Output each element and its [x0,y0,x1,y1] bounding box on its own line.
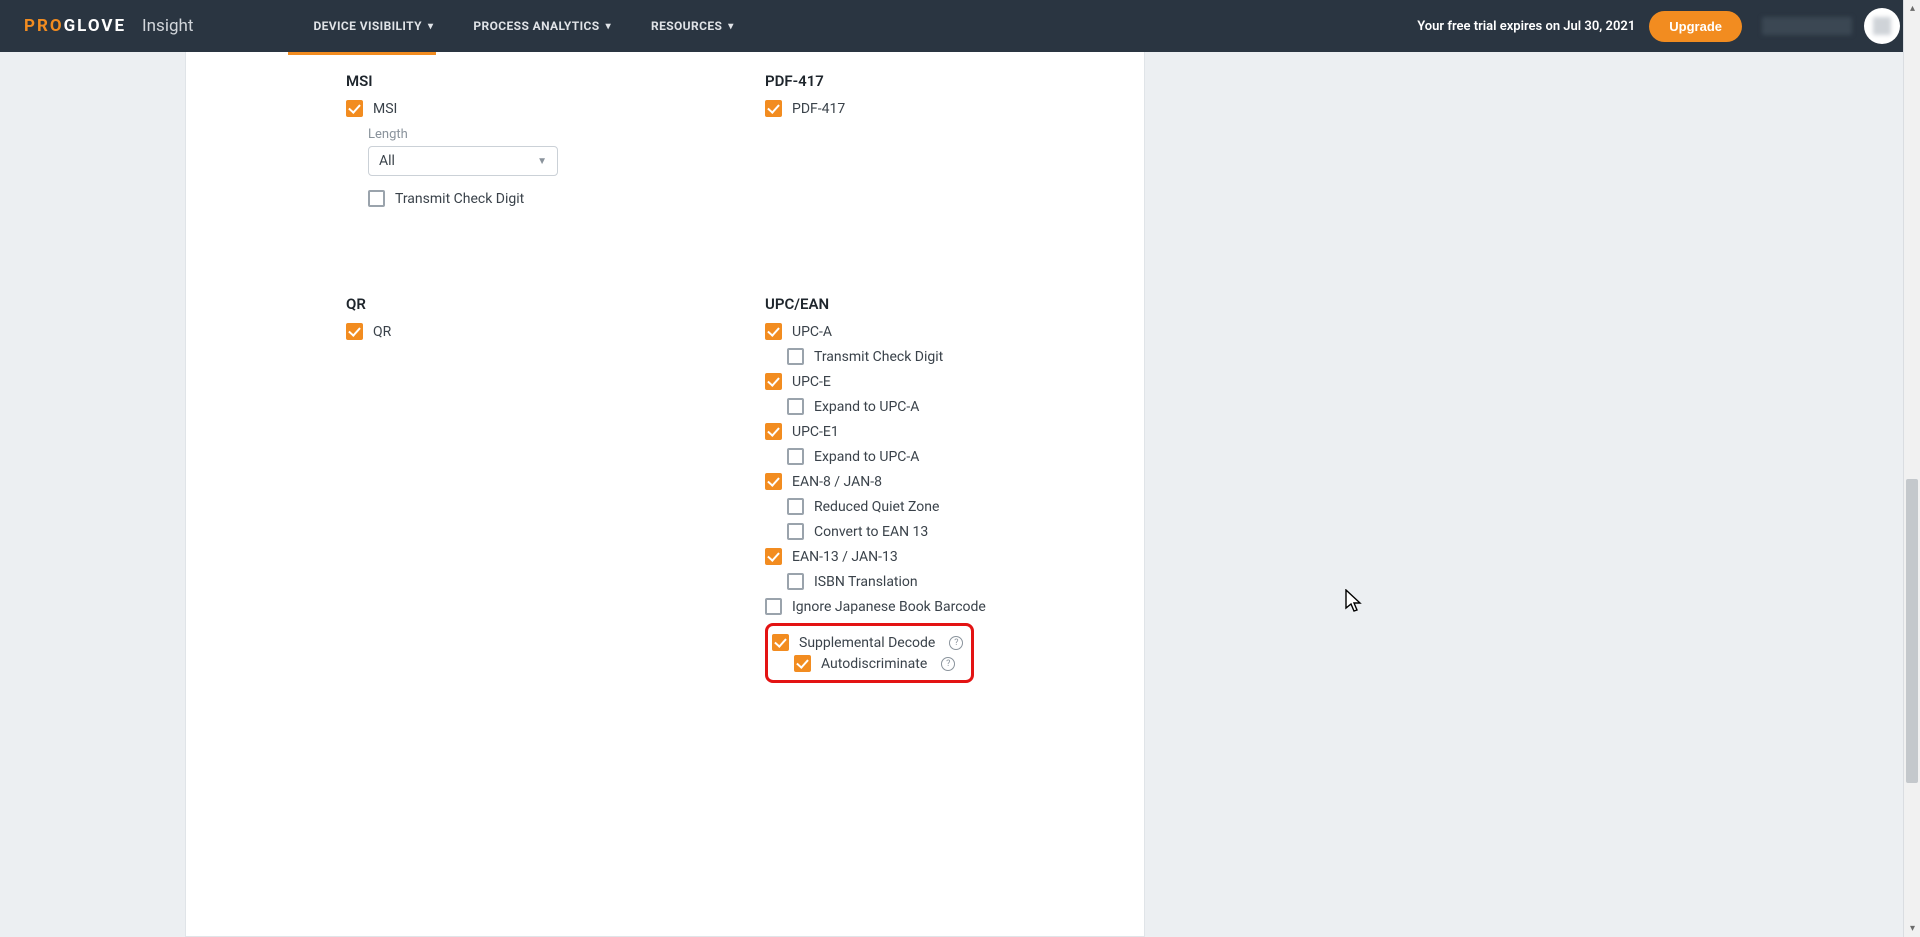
scroll-up-arrow-icon[interactable]: ▴ [1904,0,1920,17]
nav-device-visibility[interactable]: DEVICE VISIBILITY ▾ [313,19,433,33]
pdf417-title: PDF-417 [765,72,1144,90]
checkbox-unchecked-icon [787,523,804,540]
nav-label: RESOURCES [651,19,722,33]
active-tab-indicator [288,52,436,55]
checkbox-checked-icon [794,655,811,672]
checkbox-unchecked-icon [787,573,804,590]
settings-card: MSI MSI Length All ▼ Transmit Check Digi… [185,0,1145,937]
cursor-icon [1345,589,1365,615]
chevron-down-icon: ▼ [537,156,547,167]
qr-checkbox-row[interactable]: QR [346,323,391,340]
scroll-down-arrow-icon[interactable]: ▾ [1904,920,1920,937]
product-name: Insight [142,16,193,36]
msi-transmit-check-row[interactable]: Transmit Check Digit [368,190,524,207]
msi-title: MSI [346,72,725,90]
help-icon[interactable]: ? [941,657,955,671]
checkbox-unchecked-icon [787,348,804,365]
upca-transmit-row[interactable]: Transmit Check Digit [787,348,943,365]
upca-transmit-label: Transmit Check Digit [814,349,943,365]
brand[interactable]: PROGLOVE Insight [24,16,193,36]
pdf417-checkbox-row[interactable]: PDF-417 [765,100,845,117]
chevron-down-icon: ▾ [428,21,433,32]
upce1-label: UPC-E1 [792,424,839,440]
ean13-row[interactable]: EAN-13 / JAN-13 [765,548,898,565]
qr-title: QR [346,295,725,313]
ean13-label: EAN-13 / JAN-13 [792,549,898,565]
upce-label: UPC-E [792,374,831,390]
nav-label: DEVICE VISIBILITY [313,19,422,33]
nav-resources[interactable]: RESOURCES ▾ [651,19,734,33]
upce-expand-row[interactable]: Expand to UPC-A [787,398,919,415]
checkbox-checked-icon [346,100,363,117]
nav-label: PROCESS ANALYTICS [473,19,599,33]
upcean-title: UPC/EAN [765,295,1144,313]
scroll-track[interactable] [1904,17,1920,920]
supp-decode-label: Supplemental Decode [799,635,935,651]
ean8-conv-label: Convert to EAN 13 [814,524,928,540]
checkbox-checked-icon [772,634,789,651]
upce1-expand-label: Expand to UPC-A [814,449,919,465]
help-icon[interactable]: ? [949,636,963,650]
browser-scrollbar[interactable]: ▴ ▾ [1903,0,1920,937]
highlight-annotation: Supplemental Decode ? Autodiscriminate ? [765,623,974,683]
ean8-label: EAN-8 / JAN-8 [792,474,882,490]
upgrade-button[interactable]: Upgrade [1649,11,1742,42]
top-nav: PROGLOVE Insight DEVICE VISIBILITY ▾ PRO… [0,0,1920,52]
qr-checkbox-label: QR [373,324,391,340]
autodisc-row[interactable]: Autodiscriminate ? [794,655,955,672]
msi-checkbox-row[interactable]: MSI [346,100,397,117]
ean13-isbn-label: ISBN Translation [814,574,918,590]
msi-transmit-check-label: Transmit Check Digit [395,191,524,207]
msi-checkbox-label: MSI [373,101,397,117]
upcean-section: UPC/EAN UPC-A Transmit Check Digit UPC-E [765,275,1144,685]
chevron-down-icon: ▾ [606,21,611,32]
chevron-down-icon: ▾ [728,21,733,32]
checkbox-checked-icon [765,423,782,440]
msi-length-label: Length [368,127,725,142]
upce1-row[interactable]: UPC-E1 [765,423,839,440]
scroll-thumb[interactable] [1906,479,1918,783]
upca-label: UPC-A [792,324,832,340]
checkbox-checked-icon [346,323,363,340]
supp-decode-row[interactable]: Supplemental Decode ? [772,634,963,651]
ignore-jp-label: Ignore Japanese Book Barcode [792,599,986,615]
nav-items: DEVICE VISIBILITY ▾ PROCESS ANALYTICS ▾ … [313,19,733,33]
avatar[interactable] [1864,8,1900,44]
ean8-conv-row[interactable]: Convert to EAN 13 [787,523,928,540]
nav-process-analytics[interactable]: PROCESS ANALYTICS ▾ [473,19,611,33]
checkbox-checked-icon [765,323,782,340]
checkbox-checked-icon [765,373,782,390]
autodisc-label: Autodiscriminate [821,656,927,672]
username-redacted [1762,17,1852,35]
checkbox-unchecked-icon [787,448,804,465]
pdf417-checkbox-label: PDF-417 [792,101,845,117]
ean8-row[interactable]: EAN-8 / JAN-8 [765,473,882,490]
upca-row[interactable]: UPC-A [765,323,832,340]
logo-pro: PRO [24,16,64,36]
viewport: MSI MSI Length All ▼ Transmit Check Digi… [0,0,1920,937]
ean8-rqz-row[interactable]: Reduced Quiet Zone [787,498,939,515]
upce-row[interactable]: UPC-E [765,373,831,390]
checkbox-unchecked-icon [787,398,804,415]
ignore-jp-row[interactable]: Ignore Japanese Book Barcode [765,598,986,615]
ean8-rqz-label: Reduced Quiet Zone [814,499,939,515]
checkbox-checked-icon [765,548,782,565]
checkbox-unchecked-icon [368,190,385,207]
trial-notice: Your free trial expires on Jul 30, 2021 [1417,19,1635,34]
qr-section: QR QR [346,275,725,685]
checkbox-checked-icon [765,100,782,117]
msi-length-value: All [379,153,395,169]
pdf417-section: PDF-417 PDF-417 [765,52,1144,215]
upce1-expand-row[interactable]: Expand to UPC-A [787,448,919,465]
ean13-isbn-row[interactable]: ISBN Translation [787,573,918,590]
msi-section: MSI MSI Length All ▼ Transmit Check Digi… [346,52,725,215]
checkbox-checked-icon [765,473,782,490]
checkbox-unchecked-icon [765,598,782,615]
msi-length-select[interactable]: All ▼ [368,146,558,176]
avatar-image-redacted [1873,17,1891,35]
checkbox-unchecked-icon [787,498,804,515]
upce-expand-label: Expand to UPC-A [814,399,919,415]
logo-glove: GLOVE [64,16,126,36]
